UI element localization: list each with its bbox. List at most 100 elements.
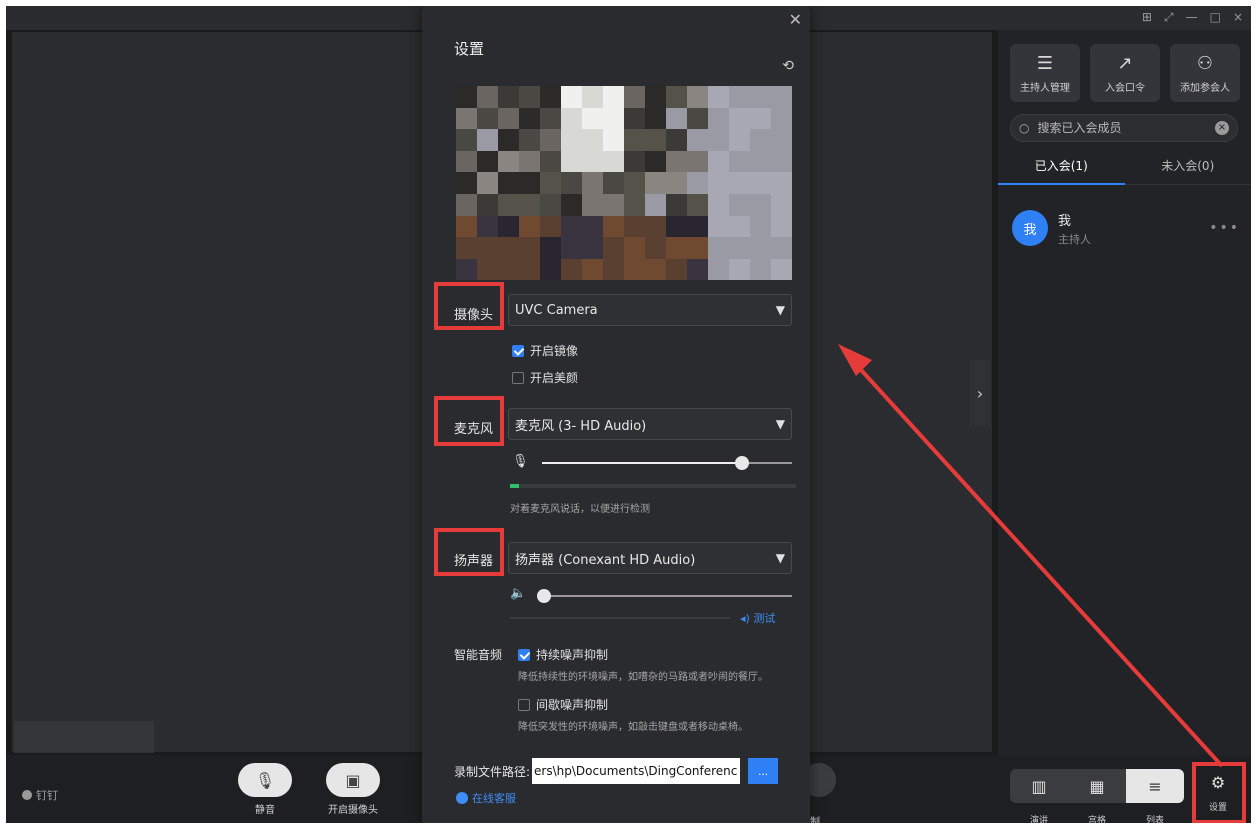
preview-pixel (540, 194, 561, 216)
preview-pixel (519, 215, 540, 238)
preview-pixel (582, 129, 603, 151)
layout-speaker-button[interactable]: ▥ (1010, 769, 1068, 803)
preview-pixel (603, 172, 624, 194)
preview-pixel (456, 258, 477, 280)
camera-off-icon: ▣ (326, 763, 380, 797)
close-icon[interactable]: × (1233, 10, 1243, 25)
camera-preview (456, 86, 792, 280)
add-participant-button[interactable]: ⚇ 添加参会人 (1170, 44, 1240, 102)
preview-pixel (540, 129, 561, 151)
member-search-input[interactable] (1035, 120, 1215, 136)
mic-volume-knob[interactable] (735, 456, 749, 470)
record-path-row: 录制文件路径: ... (454, 758, 779, 784)
mute-button[interactable]: 🎙 静音 (238, 763, 292, 816)
speaker-volume-slider[interactable] (544, 595, 792, 597)
online-service-link[interactable]: 在线客服 (456, 790, 516, 806)
preview-pixel (519, 237, 540, 259)
close-icon[interactable]: ✕ (789, 10, 802, 29)
preview-pixel (456, 215, 477, 238)
layout-window-icon[interactable]: ⊞ (1142, 10, 1152, 25)
preview-pixel (582, 258, 603, 280)
intermittent-noise-checkbox[interactable]: 间歇噪声抑制 (518, 696, 608, 713)
member-row[interactable]: 我 我 主持人 ••• (1012, 206, 1240, 250)
preview-pixel (729, 258, 750, 280)
more-options-icon[interactable]: ••• (1209, 220, 1240, 236)
preview-pixel (624, 107, 645, 130)
record-path-input[interactable] (532, 758, 741, 784)
preview-pixel (645, 237, 666, 259)
customer-service-icon (456, 792, 468, 804)
preview-pixel (477, 172, 498, 194)
preview-pixel (561, 237, 582, 259)
mirror-checkbox[interactable]: 开启镜像 (512, 342, 578, 359)
fullscreen-icon[interactable]: ⤢ (1164, 10, 1174, 25)
preview-pixel (561, 215, 582, 238)
speaker-test-link[interactable]: ◂) 测试 (740, 610, 775, 626)
microphone-device-value: 麦克风 (3- HD Audio) (515, 418, 647, 434)
preview-pixel (624, 194, 645, 216)
mic-level-fill (510, 484, 519, 488)
preview-pixel (498, 258, 519, 280)
speaker-level-meter (510, 617, 730, 619)
tab-joined[interactable]: 已入会(1) (998, 148, 1125, 185)
continuous-noise-checkbox[interactable]: 持续噪声抑制 (518, 646, 608, 663)
preview-pixel (582, 150, 603, 173)
panel-toggle-chevron-icon[interactable]: › (970, 360, 990, 426)
minimize-icon[interactable]: — (1186, 10, 1198, 25)
preview-pixel (624, 129, 645, 151)
clear-search-icon[interactable]: × (1215, 121, 1229, 135)
preview-pixel (477, 258, 498, 280)
preview-pixel (729, 237, 750, 259)
preview-pixel (456, 172, 477, 194)
chevron-down-icon: ▼ (775, 303, 785, 317)
preview-pixel (582, 172, 603, 194)
preview-pixel (708, 194, 729, 216)
chevron-down-icon: ▼ (775, 551, 785, 565)
meeting-code-button[interactable]: ↗ 入会口令 (1090, 44, 1160, 102)
checkbox-checked-icon (512, 344, 524, 357)
preview-pixel (645, 194, 666, 216)
camera-button[interactable]: ▣ 开启摄像头 (326, 763, 380, 816)
microphone-icon: 🎙 (512, 454, 529, 469)
settings-highlight-box (1192, 762, 1246, 823)
preview-pixel (708, 150, 729, 173)
beauty-checkbox[interactable]: 开启美颜 (512, 369, 578, 386)
layout-list-button[interactable]: ≡ (1126, 769, 1184, 803)
preview-pixel (750, 258, 771, 280)
layout-grid-label: 宫格 (1088, 816, 1107, 823)
preview-pixel (456, 107, 477, 130)
preview-pixel (540, 215, 561, 238)
speaker-volume-knob[interactable] (537, 589, 551, 603)
member-name: 我 (1058, 213, 1072, 229)
preview-pixel (603, 129, 624, 151)
preview-pixel (582, 194, 603, 216)
preview-pixel (645, 215, 666, 238)
speaker-select[interactable]: 扬声器 (Conexant HD Audio) ▼ (508, 542, 792, 574)
record-label: 制 (810, 817, 820, 823)
preview-pixel (729, 172, 750, 194)
tab-not-joined[interactable]: 未入会(0) (1125, 148, 1252, 184)
host-management-button[interactable]: ☰ 主持人管理 (1010, 44, 1080, 102)
rotate-camera-icon[interactable]: ⟲ (782, 58, 794, 74)
camera-select[interactable]: UVC Camera ▼ (508, 294, 792, 326)
layout-list-label: 列表 (1146, 816, 1165, 823)
preview-pixel (603, 86, 624, 108)
smart-audio-label: 智能音频 (454, 648, 503, 662)
preview-pixel (708, 129, 729, 151)
preview-pixel (645, 107, 666, 130)
microphone-select[interactable]: 麦克风 (3- HD Audio) ▼ (508, 408, 792, 440)
member-info: 我 主持人 (1058, 210, 1091, 247)
layout-grid-button[interactable]: ▦ (1068, 769, 1126, 803)
browse-path-button[interactable]: ... (748, 758, 779, 784)
preview-pixel (666, 172, 687, 194)
microphone-hint: 对着麦克风说话，以便进行检测 (510, 504, 650, 515)
preview-pixel (666, 237, 687, 259)
preview-pixel (603, 215, 624, 238)
preview-pixel (666, 258, 687, 280)
preview-pixel (750, 129, 771, 151)
app-window: ⊞ ⤢ — □ × › ☰ 主持人管理 ↗ 入会口令 ⚇ 添加参会人 ○ 搜索已… (6, 6, 1251, 823)
preview-pixel (750, 86, 771, 108)
maximize-icon[interactable]: □ (1210, 10, 1221, 25)
preview-pixel (771, 258, 792, 280)
beauty-label: 开启美颜 (530, 371, 579, 385)
